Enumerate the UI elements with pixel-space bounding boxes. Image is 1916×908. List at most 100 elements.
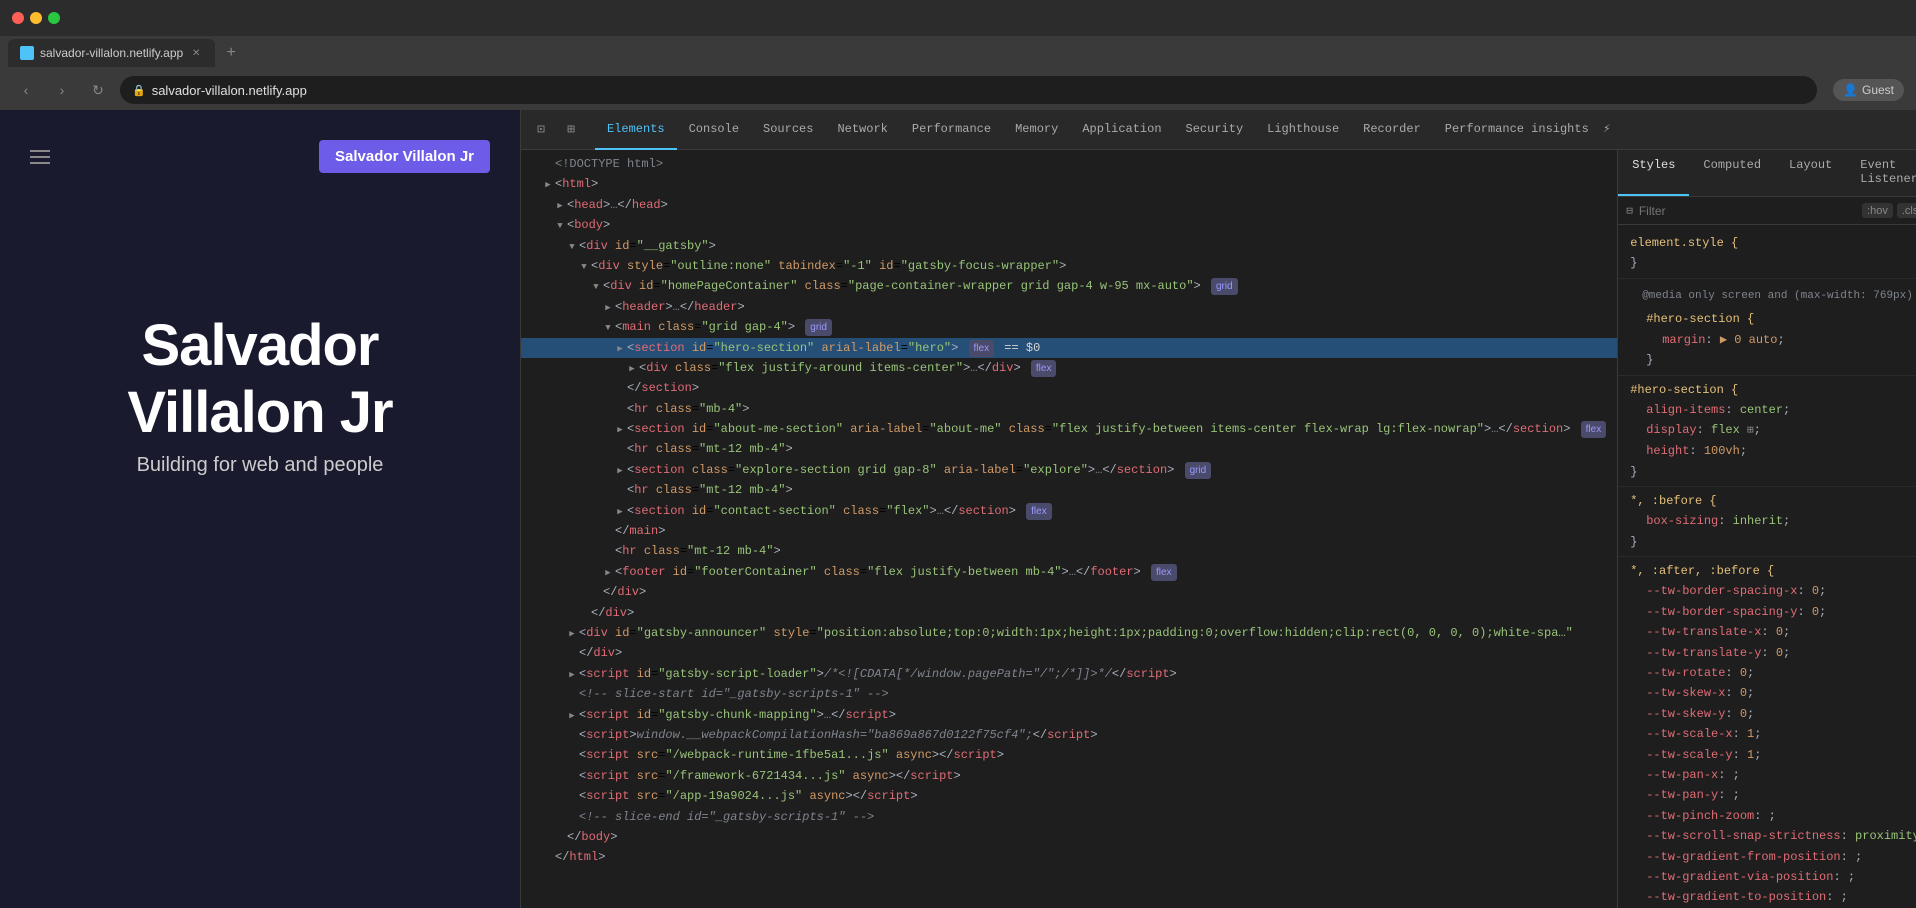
- dom-line[interactable]: <script src="/framework-6721434...js" as…: [521, 766, 1617, 786]
- dom-line[interactable]: <!-- slice-end id="_gatsby-scripts-1" --…: [521, 807, 1617, 827]
- tab-event-listeners[interactable]: Event Listeners: [1846, 150, 1916, 196]
- dom-line[interactable]: ▼ <body>: [521, 215, 1617, 235]
- expand-icon[interactable]: ▼: [601, 321, 615, 336]
- dom-line[interactable]: <!-- slice-start id="_gatsby-scripts-1" …: [521, 684, 1617, 704]
- dom-line[interactable]: ▶ <section id="contact-section" class="f…: [521, 501, 1617, 521]
- forward-button[interactable]: ›: [48, 76, 76, 104]
- tab-network[interactable]: Network: [825, 110, 899, 150]
- dom-line-selected[interactable]: ▶ <section id="hero-section" arial-label…: [521, 338, 1617, 358]
- maximize-button[interactable]: [48, 12, 60, 24]
- tab-performance[interactable]: Performance: [900, 110, 1003, 150]
- expand-icon[interactable]: ▶: [601, 566, 615, 581]
- main-tag: <main class="grid gap-4"> grid: [615, 317, 1609, 337]
- dom-line[interactable]: <script src="/app-19a9024...js" async></…: [521, 786, 1617, 806]
- dom-line[interactable]: ▼ <div id="homePageContainer" class="pag…: [521, 276, 1617, 296]
- filter-input[interactable]: [1639, 204, 1856, 218]
- tab-sources[interactable]: Sources: [751, 110, 825, 150]
- dom-line[interactable]: </div>: [521, 603, 1617, 623]
- reload-button[interactable]: ↻: [84, 76, 112, 104]
- close-button[interactable]: [12, 12, 24, 24]
- url-bar[interactable]: 🔒 salvador-villalon.netlify.app: [120, 76, 1817, 104]
- dom-line[interactable]: </html>: [521, 847, 1617, 867]
- tab-console[interactable]: Console: [677, 110, 751, 150]
- tab-security[interactable]: Security: [1174, 110, 1256, 150]
- cls-filter-button[interactable]: .cls: [1897, 203, 1916, 218]
- tab-application[interactable]: Application: [1070, 110, 1173, 150]
- back-button[interactable]: ‹: [12, 76, 40, 104]
- expand-icon[interactable]: ▼: [589, 280, 603, 295]
- dom-line[interactable]: ▶ <html>: [521, 174, 1617, 194]
- dom-line[interactable]: ▶ <header>…</header>: [521, 297, 1617, 317]
- expand-icon[interactable]: ▶: [553, 199, 567, 214]
- expand-icon[interactable]: ▶: [613, 505, 627, 520]
- profile-label: Guest: [1862, 83, 1894, 97]
- dom-line[interactable]: ▶ <section class="explore-section grid g…: [521, 460, 1617, 480]
- dom-line[interactable]: <!DOCTYPE html>: [521, 154, 1617, 174]
- tab-lighthouse[interactable]: Lighthouse: [1255, 110, 1351, 150]
- css-value: inherit: [1733, 514, 1783, 528]
- expand-icon[interactable]: ▼: [577, 260, 591, 275]
- media-query: @media only screen and (max-width: 769px…: [1630, 283, 1916, 310]
- dom-line[interactable]: <hr class="mt-12 mb-4">: [521, 541, 1617, 561]
- tab-memory[interactable]: Memory: [1003, 110, 1070, 150]
- css-var-border-spacing-x: --tw-border-spacing-x: 0;: [1630, 581, 1916, 601]
- expand-icon[interactable]: ▶: [613, 423, 627, 438]
- dom-line[interactable]: ▼ <main class="grid gap-4"> grid: [521, 317, 1617, 337]
- expand-icon[interactable]: ▶: [565, 709, 579, 724]
- minimize-button[interactable]: [30, 12, 42, 24]
- div-flex-center: <div class="flex justify-around items-ce…: [639, 358, 1609, 378]
- hero-content: SalvadorVillalon Jr Building for web and…: [127, 313, 392, 477]
- profile-button[interactable]: 👤 Guest: [1833, 79, 1904, 101]
- css-var: --tw-gradient-via-position: [1646, 870, 1833, 884]
- hov-filter-button[interactable]: :hov: [1862, 203, 1893, 218]
- dom-line[interactable]: <script src="/webpack-runtime-1fbe5a1...…: [521, 745, 1617, 765]
- dom-line[interactable]: ▶ <head>…</head>: [521, 195, 1617, 215]
- dom-line[interactable]: ▶ <script id="gatsby-chunk-mapping">…</s…: [521, 705, 1617, 725]
- dom-line[interactable]: ▶ <footer id="footerContainer" class="fl…: [521, 562, 1617, 582]
- section-contact: <section id="contact-section" class="fle…: [627, 501, 1609, 521]
- tab-computed[interactable]: Computed: [1689, 150, 1775, 196]
- dom-line[interactable]: <script>window.__webpackCompilationHash=…: [521, 725, 1617, 745]
- expand-icon[interactable]: ▶: [625, 362, 639, 377]
- browser-tab[interactable]: salvador-villalon.netlify.app ✕: [8, 39, 215, 67]
- comment-slice-start: <!-- slice-start id="_gatsby-scripts-1" …: [579, 684, 1609, 704]
- dom-line[interactable]: <hr class="mt-12 mb-4">: [521, 480, 1617, 500]
- css-var-gradient-to: --tw-gradient-to-position: ;: [1630, 887, 1916, 907]
- hamburger-menu[interactable]: [30, 150, 50, 164]
- expand-icon[interactable]: ▼: [553, 219, 567, 234]
- dom-line[interactable]: </div>: [521, 643, 1617, 663]
- css-prop-margin: margin: ▶ 0 auto;: [1646, 330, 1916, 350]
- dom-line[interactable]: ▼ <div style="outline:none" tabindex="-1…: [521, 256, 1617, 276]
- expand-icon[interactable]: ▶: [613, 342, 627, 357]
- dom-line[interactable]: ▶ <div id="gatsby-announcer" style="posi…: [521, 623, 1617, 643]
- css-value: 0: [1776, 625, 1783, 639]
- tab-close-button[interactable]: ✕: [189, 46, 203, 60]
- settings-icon[interactable]: ⚙: [1910, 118, 1916, 142]
- div-homePageContainer: <div id="homePageContainer" class="page-…: [603, 276, 1609, 296]
- dom-line[interactable]: </div>: [521, 582, 1617, 602]
- new-tab-button[interactable]: +: [219, 41, 243, 65]
- dom-line[interactable]: </body>: [521, 827, 1617, 847]
- expand-icon[interactable]: ▼: [565, 240, 579, 255]
- tab-recorder[interactable]: Recorder: [1351, 110, 1433, 150]
- tab-elements[interactable]: Elements: [595, 110, 677, 150]
- site-logo[interactable]: Salvador Villalon Jr: [319, 140, 490, 173]
- dom-line[interactable]: </section>: [521, 378, 1617, 398]
- dom-line[interactable]: </main>: [521, 521, 1617, 541]
- expand-icon[interactable]: ▶: [565, 668, 579, 683]
- dom-line[interactable]: ▶ <script id="gatsby-script-loader">/*<!…: [521, 664, 1617, 684]
- dom-line[interactable]: <hr class="mt-12 mb-4">: [521, 439, 1617, 459]
- tab-performance-insights[interactable]: Performance insights ⚡: [1433, 110, 1623, 150]
- element-picker-icon[interactable]: ⊡: [529, 118, 553, 142]
- dom-line[interactable]: <hr class="mb-4">: [521, 399, 1617, 419]
- tab-layout[interactable]: Layout: [1775, 150, 1846, 196]
- expand-icon[interactable]: ▶: [613, 464, 627, 479]
- expand-icon[interactable]: ▶: [541, 178, 555, 193]
- device-toolbar-icon[interactable]: ⊞: [559, 118, 583, 142]
- tab-styles[interactable]: Styles: [1618, 150, 1689, 196]
- dom-line[interactable]: ▼ <div id="__gatsby">: [521, 236, 1617, 256]
- expand-icon[interactable]: ▶: [565, 627, 579, 642]
- dom-line[interactable]: ▶ <div class="flex justify-around items-…: [521, 358, 1617, 378]
- expand-icon[interactable]: ▶: [601, 301, 615, 316]
- dom-line[interactable]: ▶ <section id="about-me-section" aria-la…: [521, 419, 1617, 439]
